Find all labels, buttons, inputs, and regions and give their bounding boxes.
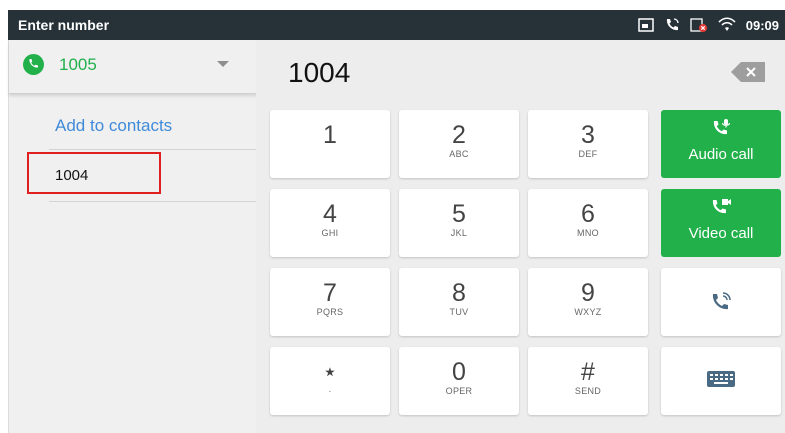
key-letters: JKL — [450, 228, 468, 238]
keyboard-button[interactable] — [661, 347, 781, 415]
key-letters: ABC — [449, 149, 469, 159]
key-7[interactable]: 7 PQRS — [270, 268, 390, 336]
backspace-icon[interactable] — [731, 62, 765, 82]
highlight-box — [27, 152, 161, 194]
key-digit: 3 — [581, 121, 595, 149]
key-digit: 2 — [452, 121, 466, 149]
video-call-button[interactable]: Video call — [661, 189, 781, 257]
chevron-down-icon[interactable] — [217, 61, 229, 67]
video-call-label: Video call — [688, 225, 754, 242]
key-letters: SEND — [574, 386, 602, 396]
account-number: 1005 — [59, 55, 97, 74]
keyboard-icon — [661, 369, 781, 389]
status-bar: Enter number 09:09 — [8, 10, 785, 40]
key-5[interactable]: 5 JKL — [399, 189, 519, 257]
key-9[interactable]: 9 WXYZ — [528, 268, 648, 336]
key-letters: MNO — [577, 228, 599, 238]
key-digit: 0 — [452, 358, 466, 386]
key-digit: 6 — [581, 200, 595, 228]
key-digit: 9 — [581, 279, 595, 307]
wifi-icon — [718, 17, 736, 33]
key-1[interactable]: 1 — [270, 110, 390, 178]
key-digit: # — [581, 358, 595, 386]
add-to-contacts-link[interactable]: Add to contacts — [55, 116, 172, 136]
account-selector[interactable]: 1005 — [9, 40, 257, 94]
key-4[interactable]: 4 GHI — [270, 189, 390, 257]
key-hash[interactable]: # SEND — [528, 347, 648, 415]
key-3[interactable]: 3 DEF — [528, 110, 648, 178]
call-transfer-icon — [661, 290, 781, 314]
key-letters: OPER — [445, 386, 473, 396]
status-icons: 09:09 — [638, 14, 779, 36]
phone-icon — [23, 54, 44, 75]
key-2[interactable]: 2 ABC — [399, 110, 519, 178]
key-digit: 4 — [323, 200, 337, 228]
picture-in-picture-icon — [638, 18, 654, 32]
key-star[interactable]: ⋆ · — [270, 347, 390, 415]
key-digit: ⋆ — [322, 358, 338, 386]
key-letters: PQRS — [316, 307, 344, 317]
audio-call-icon — [661, 118, 781, 140]
key-digit: 5 — [452, 200, 466, 228]
status-title: Enter number — [18, 17, 110, 33]
key-digit: 1 — [323, 121, 337, 149]
key-6[interactable]: 6 MNO — [528, 189, 648, 257]
divider — [49, 149, 257, 150]
sim-error-icon — [690, 17, 708, 33]
key-letters: TUV — [449, 307, 469, 317]
key-0[interactable]: 0 OPER — [399, 347, 519, 415]
left-panel: 1005 Add to contacts 1004 — [8, 40, 257, 433]
key-letters: GHI — [321, 228, 339, 238]
video-call-icon — [661, 197, 781, 219]
key-8[interactable]: 8 TUV — [399, 268, 519, 336]
key-letters: WXYZ — [574, 307, 602, 317]
phone-ringing-icon — [664, 17, 680, 33]
key-digit: 7 — [323, 279, 337, 307]
audio-call-button[interactable]: Audio call — [661, 110, 781, 178]
key-letters: · — [328, 386, 332, 396]
divider — [49, 201, 257, 202]
entered-number: 1004 — [288, 57, 351, 88]
call-transfer-button[interactable] — [661, 268, 781, 336]
status-time: 09:09 — [745, 17, 779, 33]
audio-call-label: Audio call — [688, 146, 754, 163]
key-letters: DEF — [578, 149, 598, 159]
key-digit: 8 — [452, 279, 466, 307]
